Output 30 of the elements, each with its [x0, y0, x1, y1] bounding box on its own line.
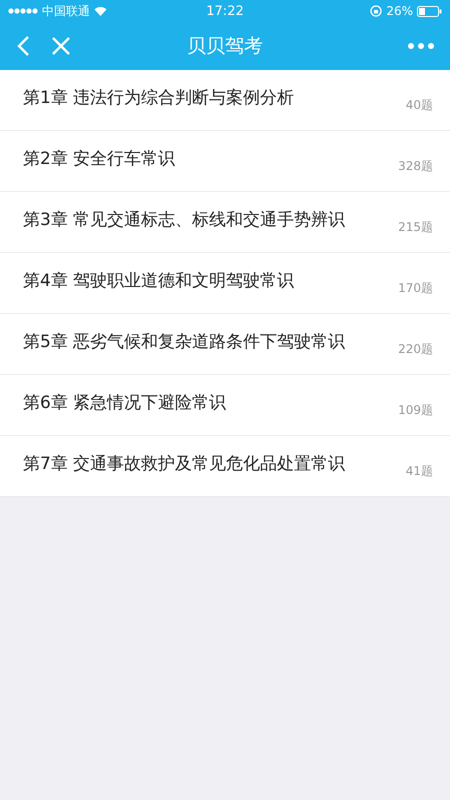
- more-icon: [408, 43, 434, 49]
- question-count: 328题: [398, 158, 433, 174]
- question-count: 220题: [398, 340, 433, 358]
- rotation-lock-icon: [370, 5, 382, 17]
- chapter-title: 第7章 交通事故救护及常见危化品处置常识: [23, 452, 346, 474]
- carrier-name: 中国联通: [42, 2, 90, 20]
- status-time: 17:22: [206, 4, 244, 18]
- question-count: 170题: [398, 280, 433, 296]
- battery-icon: [417, 6, 442, 16]
- chapter-row[interactable]: 第6章 紧急情况下避险常识 109题: [0, 375, 450, 436]
- battery-percent: 26%: [386, 4, 413, 18]
- chapter-row[interactable]: 第2章 安全行车常识 328题: [0, 131, 450, 192]
- chapter-title: 第3章 常见交通标志、标线和交通手势辨识: [23, 208, 346, 230]
- chapter-row[interactable]: 第7章 交通事故救护及常见危化品处置常识 41题: [0, 436, 450, 497]
- question-count: 41题: [406, 462, 433, 480]
- chapter-row[interactable]: 第5章 恶劣气候和复杂道路条件下驾驶常识 220题: [0, 314, 450, 375]
- chapter-row[interactable]: 第4章 驾驶职业道德和文明驾驶常识 170题: [0, 253, 450, 314]
- question-count: 109题: [398, 402, 433, 418]
- question-count: 215题: [398, 218, 433, 236]
- chapter-row[interactable]: 第1章 违法行为综合判断与案例分析 40题: [0, 70, 450, 131]
- chapter-row[interactable]: 第3章 常见交通标志、标线和交通手势辨识 215题: [0, 192, 450, 253]
- chapter-title: 第5章 恶劣气候和复杂道路条件下驾驶常识: [23, 330, 346, 352]
- signal-icon: [8, 8, 38, 14]
- chapter-title: 第6章 紧急情况下避险常识: [23, 392, 226, 414]
- chapter-title: 第2章 安全行车常识: [23, 148, 176, 170]
- chapter-title: 第1章 违法行为综合判断与案例分析: [23, 86, 294, 108]
- page-title: 贝贝驾考: [187, 34, 263, 59]
- chapter-title: 第4章 驾驶职业道德和文明驾驶常识: [23, 270, 294, 292]
- wifi-icon: [94, 6, 107, 16]
- question-count: 40题: [406, 96, 433, 114]
